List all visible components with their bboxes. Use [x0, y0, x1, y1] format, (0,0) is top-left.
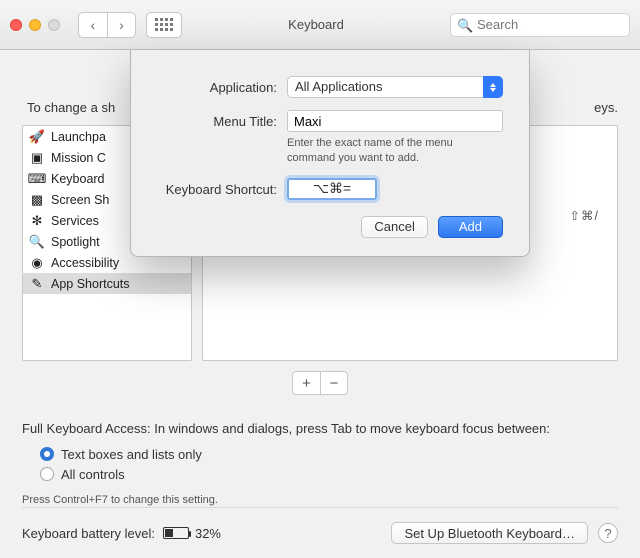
- search-field-wrap: 🔍: [450, 13, 630, 37]
- menu-title-label: Menu Title:: [157, 110, 277, 129]
- add-button[interactable]: Add: [438, 216, 503, 238]
- radio-text-boxes-only[interactable]: Text boxes and lists only: [40, 444, 618, 464]
- zoom-window-icon: [48, 19, 60, 31]
- application-select-input[interactable]: [287, 76, 503, 98]
- sidebar-item-app-shortcuts[interactable]: ✎ App Shortcuts: [23, 273, 191, 294]
- nav-segment: ‹ ›: [78, 12, 136, 38]
- minimize-window-icon[interactable]: [29, 19, 41, 31]
- search-icon: 🔍: [457, 18, 473, 34]
- rocket-icon: 🚀: [29, 129, 45, 145]
- window-title: Keyboard: [192, 17, 440, 32]
- show-all-button[interactable]: [146, 12, 182, 38]
- radio-icon: [40, 467, 54, 481]
- setup-bluetooth-button[interactable]: Set Up Bluetooth Keyboard…: [391, 522, 588, 544]
- keyboard-icon: ⌨: [29, 171, 45, 187]
- toolbar: ‹ › Keyboard 🔍: [0, 0, 640, 50]
- sidebar-item-label: Launchpa: [51, 130, 106, 144]
- sidebar-item-label: Mission C: [51, 151, 106, 165]
- camera-icon: ▩: [29, 192, 45, 208]
- help-button[interactable]: ?: [598, 523, 618, 543]
- grid-icon: [155, 18, 173, 31]
- sidebar-item-label: App Shortcuts: [51, 277, 130, 291]
- back-button[interactable]: ‹: [79, 13, 107, 37]
- sidebar-item-label: Services: [51, 214, 99, 228]
- remove-shortcut-button[interactable]: −: [320, 372, 347, 394]
- radio-icon: [40, 447, 54, 461]
- radio-label: Text boxes and lists only: [61, 447, 202, 462]
- sidebar-item-label: Spotlight: [51, 235, 100, 249]
- control-f7-hint: Press Control+F7 to change this setting.: [22, 494, 618, 506]
- battery-icon: [163, 527, 189, 539]
- select-caret-icon: [483, 76, 503, 98]
- radio-label: All controls: [61, 467, 125, 482]
- sidebar-item-label: Screen Sh: [51, 193, 109, 207]
- forward-button[interactable]: ›: [107, 13, 135, 37]
- content-area: To change a sh eys. 🚀Launchpa ▣Mission C…: [0, 50, 640, 558]
- window-controls: [10, 19, 60, 31]
- accessibility-icon: ◉: [29, 255, 45, 271]
- menu-title-description: Enter the exact name of the menu command…: [287, 136, 503, 166]
- cancel-button[interactable]: Cancel: [361, 216, 427, 238]
- sidebar-item-label: Accessibility: [51, 256, 119, 270]
- add-remove-wrap: + −: [22, 371, 618, 395]
- battery-label: Keyboard battery level:: [22, 526, 155, 541]
- gear-icon: ✻: [29, 213, 45, 229]
- mission-icon: ▣: [29, 150, 45, 166]
- add-shortcut-sheet: Application: All Applications Menu Title…: [130, 50, 530, 257]
- full-keyboard-access-label: Full Keyboard Access: In windows and dia…: [22, 421, 618, 436]
- close-window-icon[interactable]: [10, 19, 22, 31]
- search-input[interactable]: [450, 13, 630, 37]
- radio-all-controls[interactable]: All controls: [40, 464, 618, 484]
- keyboard-shortcut-input[interactable]: [287, 178, 377, 200]
- application-select[interactable]: All Applications: [287, 76, 503, 98]
- menu-title-input[interactable]: [287, 110, 503, 132]
- apps-icon: ✎: [29, 276, 45, 292]
- add-shortcut-button[interactable]: +: [293, 372, 320, 394]
- footer: Keyboard battery level: 32% Set Up Bluet…: [22, 507, 618, 544]
- sidebar-item-label: Keyboard: [51, 172, 105, 186]
- keyboard-shortcut-label: Keyboard Shortcut:: [157, 178, 277, 197]
- shortcut-value: ⇧⌘/: [570, 208, 599, 223]
- battery-percent: 32%: [195, 526, 221, 541]
- application-label: Application:: [157, 76, 277, 95]
- spotlight-icon: 🔍: [29, 234, 45, 250]
